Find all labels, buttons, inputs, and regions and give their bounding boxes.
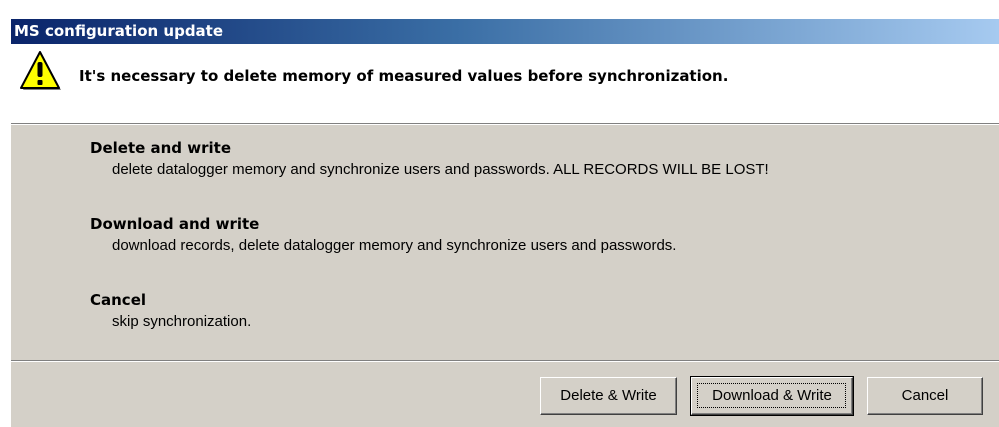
- option-title: Cancel: [90, 291, 147, 309]
- delete-and-write-label: Delete & Write: [560, 387, 657, 404]
- title-bar[interactable]: MS configuration update: [11, 19, 999, 44]
- download-and-write-label: Download & Write: [712, 387, 832, 404]
- dialog-header: It's necessary to delete memory of measu…: [11, 44, 999, 124]
- option-description: skip synchronization.: [112, 313, 252, 330]
- option-description: delete datalogger memory and synchronize…: [112, 161, 769, 178]
- option-title: Download and write: [90, 215, 260, 233]
- option-title: Delete and write: [90, 139, 232, 157]
- header-message: It's necessary to delete memory of measu…: [79, 67, 729, 85]
- option-delete-and-write: Delete and write delete datalogger memor…: [90, 138, 769, 180]
- option-description: download records, delete datalogger memo…: [112, 237, 677, 254]
- button-separator: [11, 360, 999, 362]
- cancel-button[interactable]: Cancel: [867, 377, 983, 415]
- delete-and-write-button[interactable]: Delete & Write: [540, 377, 677, 415]
- option-download-and-write: Download and write download records, del…: [90, 214, 676, 256]
- option-cancel: Cancel skip synchronization.: [90, 290, 251, 332]
- window-title: MS configuration update: [14, 22, 224, 40]
- cancel-label: Cancel: [901, 387, 949, 404]
- warning-icon: [20, 51, 61, 90]
- config-update-dialog: MS configuration update It's necessary t…: [10, 19, 999, 427]
- download-and-write-button[interactable]: Download & Write: [690, 376, 854, 416]
